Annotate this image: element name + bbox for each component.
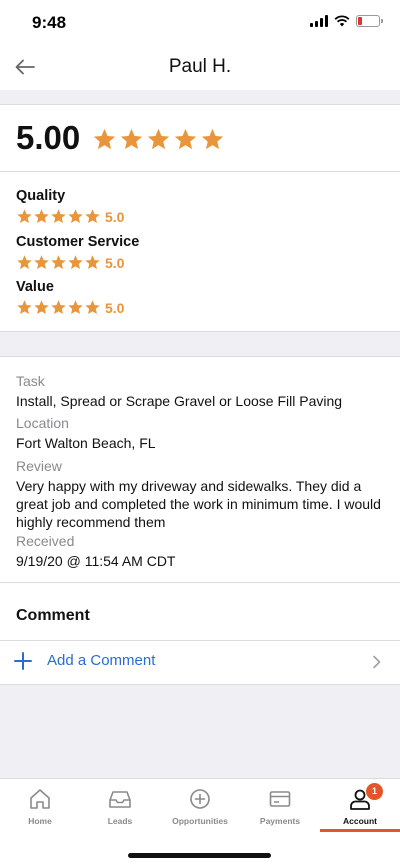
tab-leads[interactable]: Leads (80, 779, 160, 833)
star-icon (201, 128, 224, 150)
tab-label: Payments (259, 816, 301, 826)
home-indicator (128, 853, 271, 858)
category-value: 5.0 (105, 208, 125, 225)
status-icons (310, 15, 383, 27)
star-icon (174, 128, 197, 150)
status-time: 9:48 (32, 13, 67, 32)
category-stars (16, 208, 101, 225)
location-label: Location (16, 415, 69, 431)
location-field: Location Fort Walton Beach, FL (16, 415, 382, 452)
category-stars (16, 299, 101, 316)
star-icon (17, 209, 32, 224)
tab-label: Account (343, 816, 377, 826)
star-icon (17, 255, 32, 270)
plus-circle-icon (190, 789, 210, 809)
location-value: Fort Walton Beach, FL (16, 435, 156, 451)
wifi-icon (334, 15, 350, 27)
received-value: 9/19/20 @ 11:54 AM CDT (16, 553, 176, 569)
plus-icon (14, 652, 32, 670)
comment-heading: Comment (16, 607, 90, 624)
notification-badge: 1 (366, 783, 383, 800)
add-comment-label: Add a Comment (47, 652, 156, 669)
category-name: Value (16, 279, 54, 295)
comment-section: Comment Add a Comment (0, 583, 400, 685)
tab-label: Opportunities (172, 816, 228, 826)
task-value: Install, Spread or Scrape Gravel or Loos… (16, 393, 343, 409)
battery-icon (356, 15, 383, 27)
star-icon (68, 255, 83, 270)
tab-label: Home (28, 816, 52, 826)
tab-account[interactable]: Account (320, 779, 400, 833)
star-icon (85, 209, 100, 224)
category-value-rating: Value 5.0 (16, 279, 124, 316)
star-icon (120, 128, 143, 150)
received-label: Received (16, 533, 75, 549)
task-field: Task Install, Spread or Scrape Gravel or… (16, 373, 382, 410)
tab-home[interactable]: Home (0, 779, 80, 833)
page-title: Paul H. (168, 56, 232, 77)
tab-label: Leads (107, 816, 133, 826)
category-quality: Quality 5.0 (16, 188, 124, 225)
review-details: Task Install, Spread or Scrape Gravel or… (0, 356, 400, 583)
overall-stars (92, 127, 225, 152)
category-ratings: Quality 5.0 Customer Service 5.0 Value 5… (0, 172, 400, 332)
review-label: Review (16, 458, 62, 474)
star-icon (147, 128, 170, 150)
category-value: 5.0 (105, 299, 125, 316)
star-icon (17, 300, 32, 315)
overall-score: 5.00 (16, 119, 81, 156)
star-icon (34, 300, 49, 315)
star-icon (85, 300, 100, 315)
tab-payments[interactable]: Payments (240, 779, 320, 833)
review-text: Very happy with my driveway and sidewalk… (16, 478, 381, 530)
status-bar: 9:48 (0, 0, 400, 44)
star-icon (68, 300, 83, 315)
review-field: Review Very happy with my driveway and s… (16, 458, 382, 531)
signal-icon (310, 15, 328, 27)
star-icon (51, 255, 66, 270)
star-icon (93, 128, 116, 150)
chevron-right-icon (373, 655, 381, 669)
category-name: Customer Service (16, 234, 140, 250)
received-field: Received 9/19/20 @ 11:54 AM CDT (16, 533, 382, 570)
star-icon (51, 300, 66, 315)
star-icon (34, 209, 49, 224)
category-stars (16, 254, 101, 271)
task-label: Task (16, 373, 45, 389)
category-value: 5.0 (105, 254, 125, 271)
home-icon (30, 789, 50, 809)
star-icon (51, 209, 66, 224)
tab-opportunities[interactable]: Opportunities (160, 779, 240, 833)
star-icon (68, 209, 83, 224)
overall-rating: 5.00 (0, 104, 400, 172)
active-tab-indicator (320, 829, 400, 832)
nav-header: Paul H. (0, 44, 400, 90)
star-icon (34, 255, 49, 270)
credit-card-icon (269, 791, 291, 807)
inbox-icon (109, 791, 131, 808)
category-customer-service: Customer Service 5.0 (16, 234, 139, 271)
add-comment-button[interactable]: Add a Comment (0, 641, 400, 685)
star-icon (85, 255, 100, 270)
category-name: Quality (16, 188, 66, 204)
